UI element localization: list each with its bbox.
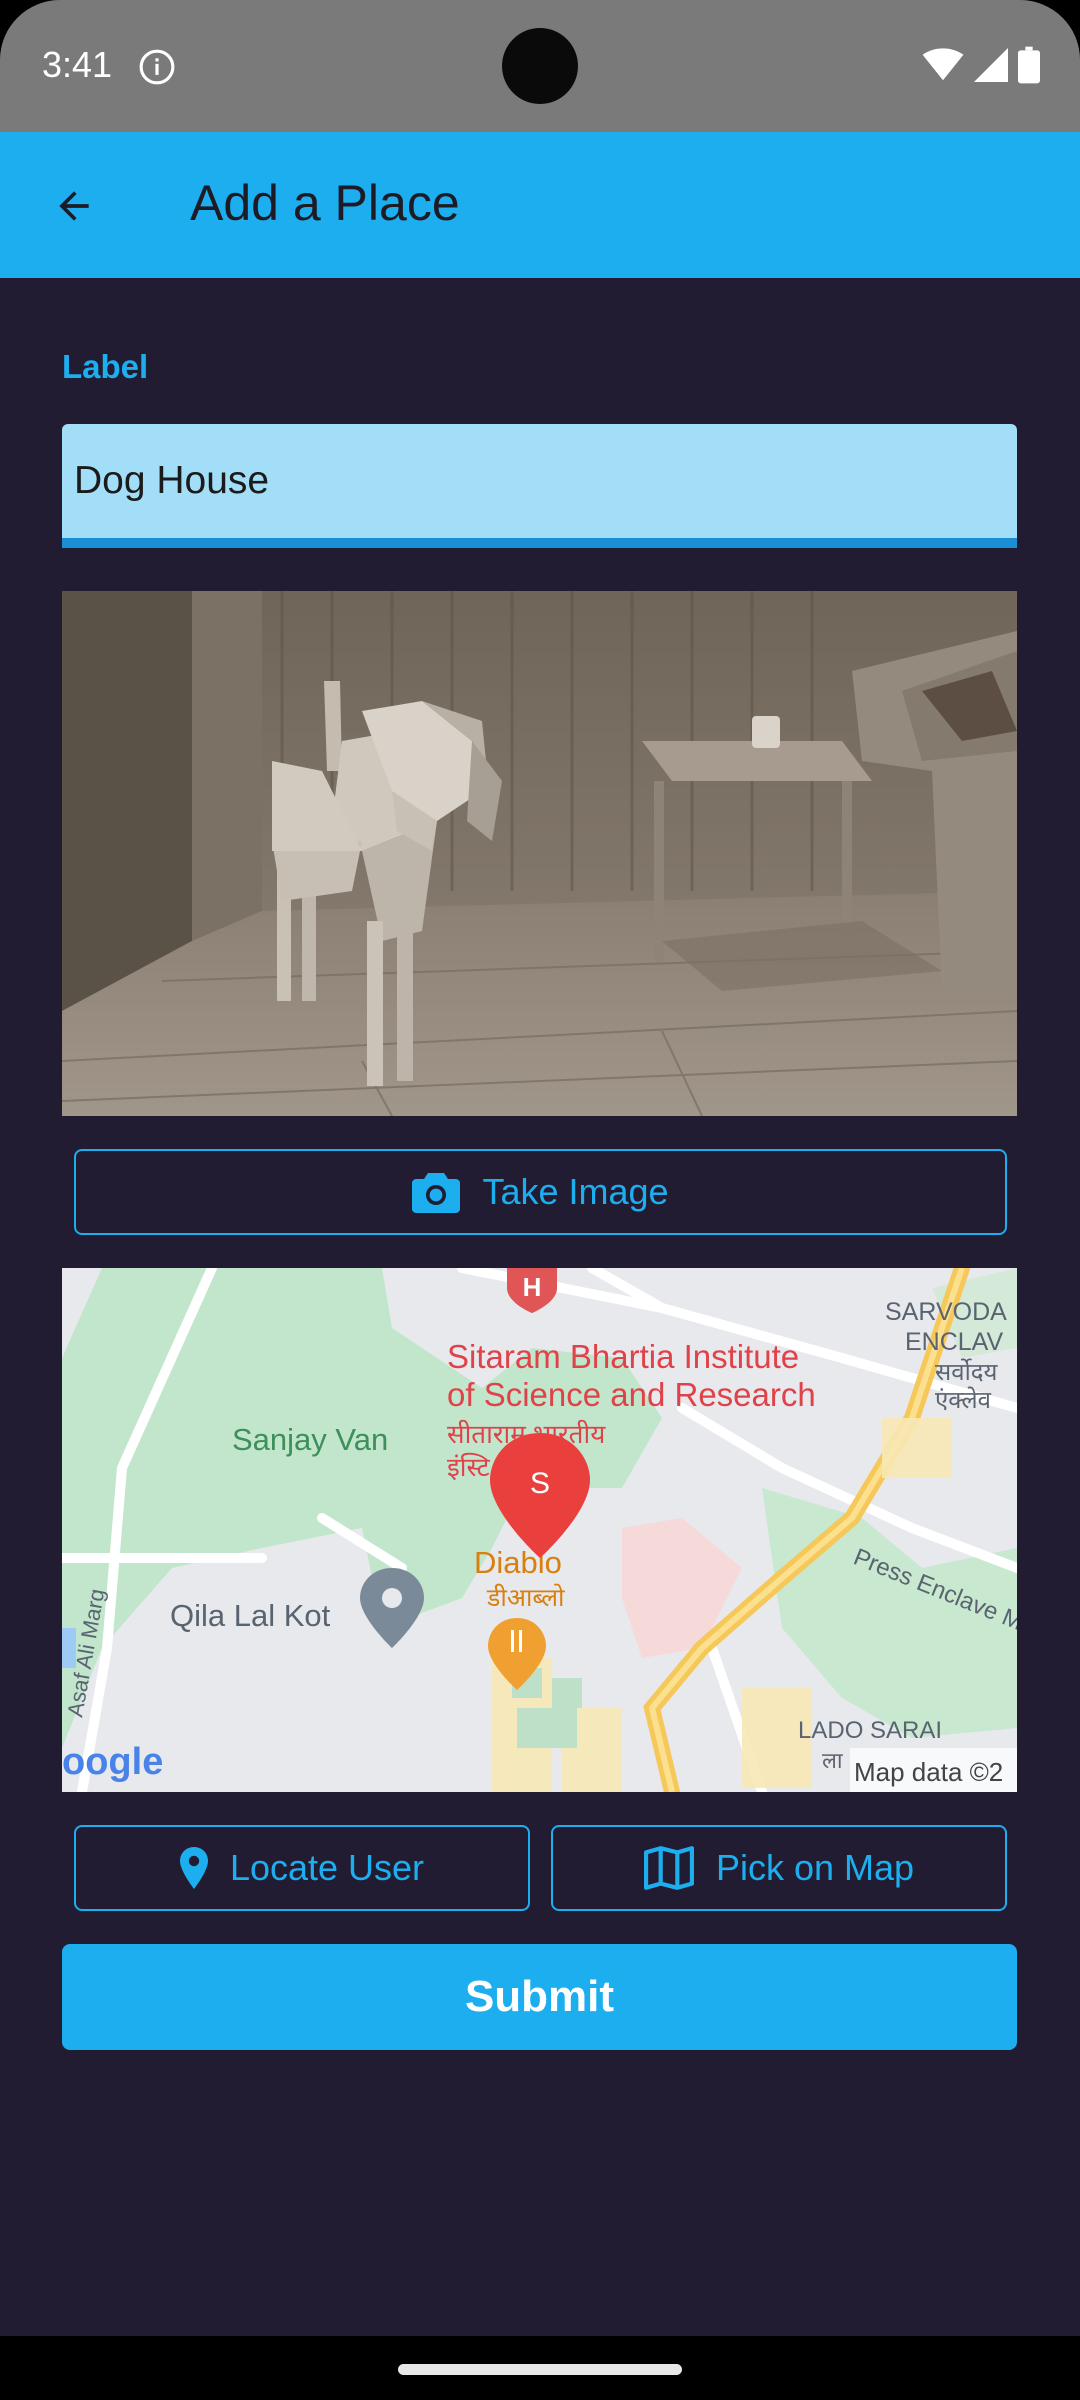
map-label-sarvodaya-1: SARVODA: [885, 1298, 1007, 1326]
camera-icon: [412, 1173, 461, 1213]
map-label-institute-1: Sitaram Bhartia Institute: [447, 1338, 799, 1375]
map-preview[interactable]: H Sitaram Bhartia Institute of Science a…: [62, 1268, 1017, 1792]
map-label-lado-sarai: LADO SARAI: [798, 1717, 942, 1744]
status-bar: 3:41: [0, 0, 1080, 132]
take-image-button[interactable]: Take Image: [74, 1149, 1007, 1235]
locate-user-label: Locate User: [229, 1847, 425, 1888]
location-pin-icon: [179, 1847, 208, 1889]
map-label-qila-lal-kot: Qila Lal Kot: [170, 1598, 331, 1633]
pick-on-map-button[interactable]: Pick on Map: [551, 1825, 1007, 1911]
status-time: 3:41: [42, 44, 113, 85]
map-label-sanjay-van: Sanjay Van: [232, 1422, 388, 1457]
svg-text:H: H: [523, 1272, 542, 1302]
map-label-sarvodaya-2: ENCLAV: [905, 1328, 1004, 1356]
screen: 3:41 Add a Place Label Dog House Take Im…: [0, 0, 1080, 2400]
info-icon: [139, 49, 175, 85]
submit-button[interactable]: Submit: [62, 1944, 1017, 2050]
google-logo: oogle: [62, 1741, 163, 1783]
map-label-diablo: Diablo: [474, 1545, 562, 1580]
marker-letter: S: [530, 1467, 550, 1500]
home-indicator[interactable]: [398, 2364, 682, 2375]
take-image-label: Take Image: [482, 1171, 669, 1212]
back-button[interactable]: [40, 176, 108, 236]
dog-photo: [62, 591, 1017, 1116]
signal-icon: [974, 48, 1008, 82]
field-underline: [62, 538, 1017, 548]
map-illustration: H Sitaram Bhartia Institute of Science a…: [62, 1268, 1017, 1792]
image-preview: [62, 591, 1017, 1116]
map-label-institute-2: of Science and Research: [447, 1376, 816, 1413]
status-icons: [922, 46, 1040, 84]
label-field[interactable]: [62, 424, 1017, 548]
battery-icon: [1018, 46, 1040, 84]
map-attribution: Map data ©2: [854, 1757, 1003, 1787]
map-label-sarvodaya-hindi-2: एंक्लेव: [935, 1386, 992, 1414]
camera-cutout: [502, 28, 578, 104]
pick-on-map-label: Pick on Map: [715, 1847, 915, 1888]
map-icon: [643, 1846, 694, 1890]
map-label-lado-hindi: ला: [822, 1748, 843, 1773]
page-title: Add a Place: [190, 175, 460, 231]
locate-user-button[interactable]: Locate User: [74, 1825, 530, 1911]
wifi-icon: [922, 48, 964, 81]
map-label-diablo-hindi: डीआब्लो: [486, 1583, 565, 1612]
map-label-institute-hindi-2: इंस्टि: [447, 1452, 491, 1482]
label-heading: Label: [62, 348, 149, 385]
map-label-sarvodaya-hindi-1: सर्वोदय: [935, 1358, 999, 1386]
label-input[interactable]: [62, 424, 1017, 538]
app-bar: Add a Place: [0, 132, 1080, 278]
arrow-back-icon: [59, 191, 89, 221]
